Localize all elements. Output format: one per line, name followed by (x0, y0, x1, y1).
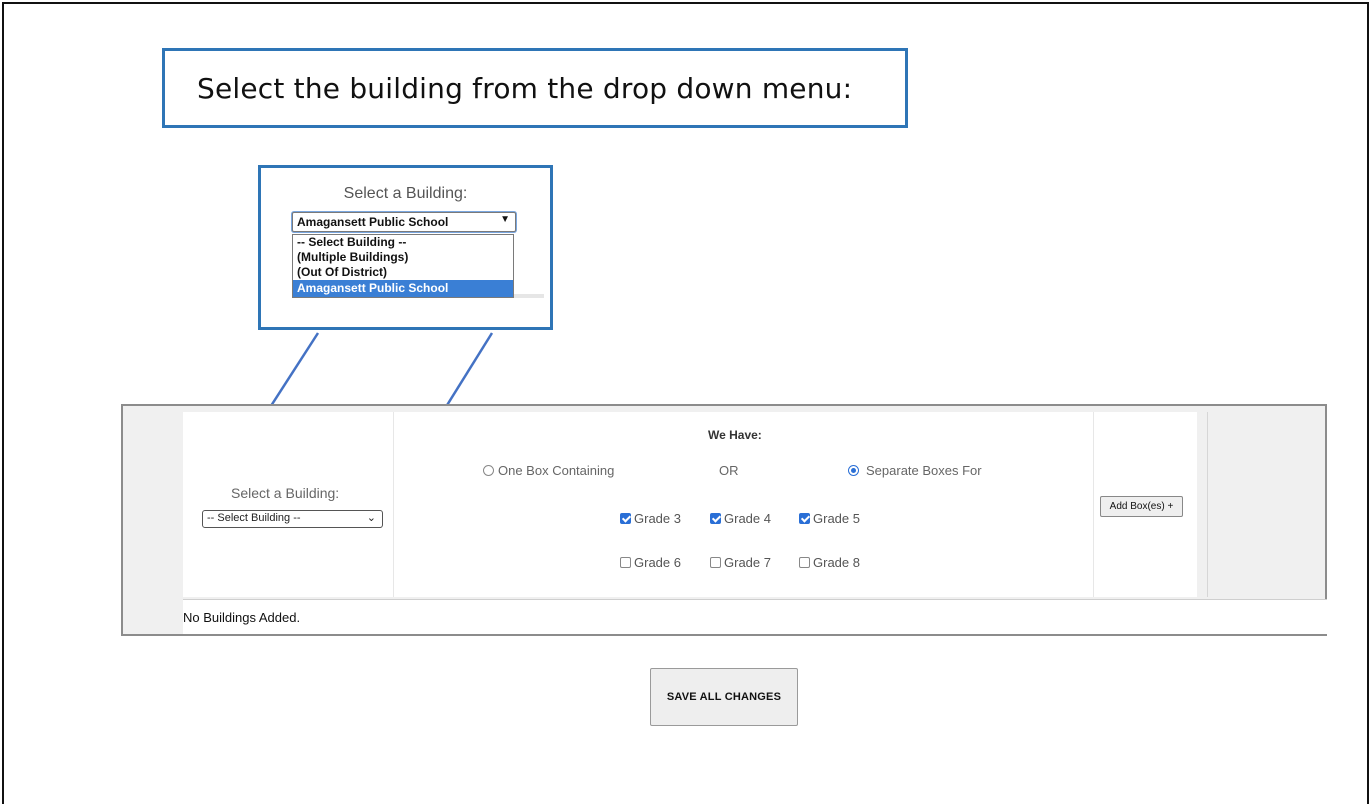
chevron-down-icon: ⌄ (366, 512, 376, 524)
grade-label: Grade 3 (634, 511, 681, 526)
checkbox-checked[interactable] (620, 513, 631, 524)
checkbox-unchecked[interactable] (710, 557, 721, 568)
no-buildings-message: No Buildings Added. (183, 610, 301, 625)
column-divider (1207, 412, 1208, 597)
grade-label: Grade 8 (813, 555, 860, 570)
building-option-highlighted[interactable]: Amagansett Public School (293, 280, 513, 297)
panel-footer: No Buildings Added. (183, 599, 1327, 634)
dropdown-arrow-icon: ▼ (500, 214, 510, 225)
grade-checkbox[interactable]: Grade 7 (710, 555, 771, 570)
zoom-building-select[interactable]: Amagansett Public School ▼ (292, 212, 516, 232)
save-all-changes-button[interactable]: SAVE ALL CHANGES (650, 668, 798, 726)
radio-separate-boxes[interactable]: Separate Boxes For (848, 463, 982, 478)
or-label: OR (719, 463, 739, 478)
we-have-heading: We Have: (708, 428, 762, 442)
zoom-building-label: Select a Building: (343, 185, 468, 202)
grade-checkbox[interactable]: Grade 3 (620, 511, 681, 526)
building-boxes-panel: Select a Building: -- Select Building --… (121, 404, 1327, 636)
radio-separate-label: Separate Boxes For (866, 463, 982, 478)
grade-label: Grade 7 (724, 555, 771, 570)
checkbox-unchecked[interactable] (620, 557, 631, 568)
checkbox-unchecked[interactable] (799, 557, 810, 568)
radio-one-box-label: One Box Containing (498, 463, 615, 478)
building-options-list: -- Select Building -- (Multiple Building… (292, 234, 514, 298)
add-boxes-button[interactable]: Add Box(es) + (1100, 496, 1183, 517)
radio-one-box[interactable]: One Box Containing (483, 463, 614, 478)
grade-label: Grade 6 (634, 555, 681, 570)
zoomed-dropdown-callout: Select a Building: Amagansett Public Sch… (258, 165, 553, 330)
column-divider (393, 412, 394, 597)
instruction-callout: Select the building from the drop down m… (162, 48, 908, 128)
zoom-background-strip (514, 294, 544, 298)
building-option[interactable]: (Out Of District) (293, 265, 513, 280)
grade-label: Grade 5 (813, 511, 860, 526)
zoom-select-value: Amagansett Public School (297, 215, 449, 229)
panel-content: Select a Building: -- Select Building --… (183, 412, 1197, 597)
grade-checkbox[interactable]: Grade 8 (799, 555, 860, 570)
grade-checkbox[interactable]: Grade 4 (710, 511, 771, 526)
checkbox-checked[interactable] (710, 513, 721, 524)
building-select-value: -- Select Building -- (207, 512, 301, 524)
building-select[interactable]: -- Select Building -- ⌄ (202, 510, 383, 528)
grade-label: Grade 4 (724, 511, 771, 526)
checkbox-checked[interactable] (799, 513, 810, 524)
grade-checkbox[interactable]: Grade 6 (620, 555, 681, 570)
building-label: Select a Building: (231, 485, 340, 501)
building-option[interactable]: (Multiple Buildings) (293, 250, 513, 265)
grade-checkbox[interactable]: Grade 5 (799, 511, 860, 526)
building-option[interactable]: -- Select Building -- (293, 235, 513, 250)
radio-button-selected[interactable] (848, 465, 859, 476)
column-divider (1093, 412, 1094, 597)
instruction-text: Select the building from the drop down m… (197, 71, 853, 105)
radio-button[interactable] (483, 465, 494, 476)
